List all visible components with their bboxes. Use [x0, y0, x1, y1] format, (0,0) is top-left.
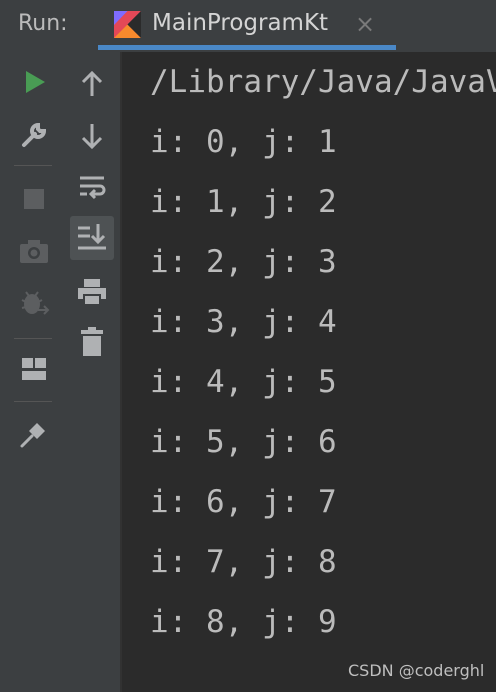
trash-icon[interactable]: [80, 327, 104, 357]
run-label: Run:: [18, 11, 68, 36]
scroll-to-end-button[interactable]: [70, 216, 114, 260]
scroll-to-end-icon: [78, 224, 106, 250]
wrench-icon[interactable]: [20, 119, 50, 149]
pin-icon[interactable]: [19, 419, 49, 449]
console-output[interactable]: /Library/Java/JavaVirtualMachines i: 0, …: [122, 52, 496, 692]
tab-title: MainProgramKt: [152, 10, 329, 36]
console-line: i: 6, j: 7: [150, 484, 337, 520]
console-line: i: 7, j: 8: [150, 544, 337, 580]
arrow-up-icon[interactable]: [79, 70, 105, 98]
layout-icon[interactable]: [21, 357, 47, 381]
camera-icon[interactable]: [18, 237, 50, 265]
run-actions-toolbar: [0, 52, 63, 692]
console-line: i: 4, j: 5: [150, 364, 337, 400]
debug-icon[interactable]: [18, 288, 50, 320]
toolbar-separator: [14, 165, 52, 166]
print-icon[interactable]: [77, 278, 107, 306]
console-line: i: 0, j: 1: [150, 124, 337, 160]
toolbar-separator: [14, 338, 52, 339]
console-actions-toolbar: [62, 52, 120, 692]
console-line: i: 3, j: 4: [150, 304, 337, 340]
console-line: i: 5, j: 6: [150, 424, 337, 460]
kotlin-icon: [114, 11, 141, 38]
toolbar-separator: [14, 401, 52, 402]
rerun-icon[interactable]: [23, 69, 47, 95]
stop-icon[interactable]: [22, 187, 46, 211]
console-line: i: 1, j: 2: [150, 184, 337, 220]
watermark: CSDN @coderghl: [348, 661, 485, 680]
soft-wrap-icon[interactable]: [78, 174, 106, 202]
run-tool-window-header: Run: MainProgramKt ×: [0, 0, 496, 52]
console-line: i: 8, j: 9: [150, 604, 337, 640]
console-line: i: 2, j: 3: [150, 244, 337, 280]
close-tab-icon[interactable]: ×: [355, 10, 375, 38]
arrow-down-icon[interactable]: [79, 122, 105, 150]
active-tab-indicator: [98, 45, 396, 50]
console-line: /Library/Java/JavaVirtualMachines: [150, 64, 496, 100]
